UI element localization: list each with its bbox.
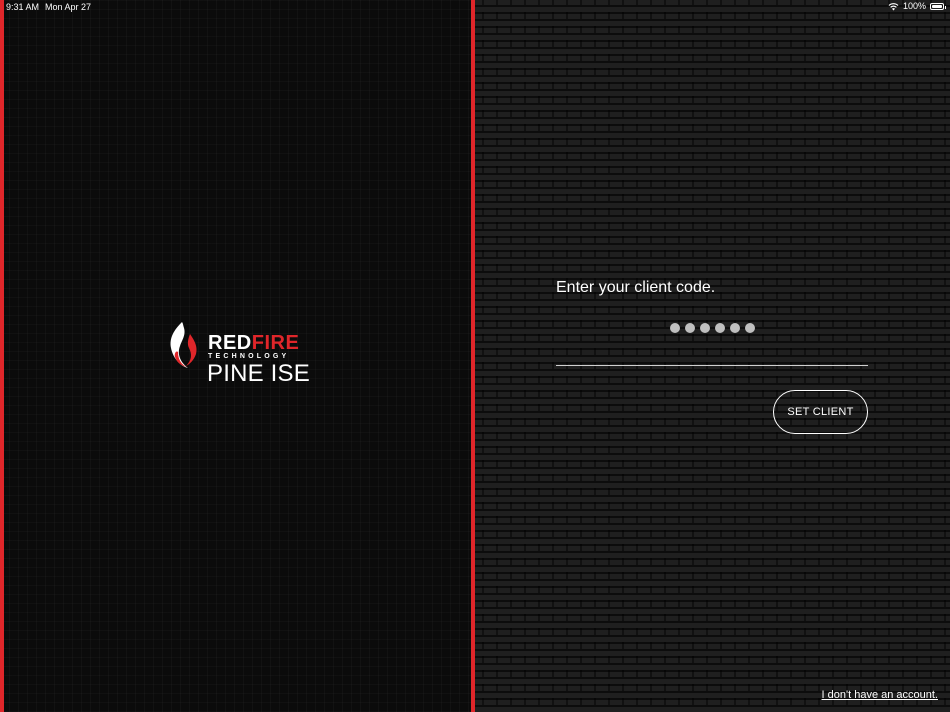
wifi-icon <box>888 2 899 10</box>
masked-char-dot <box>669 322 680 333</box>
set-client-button[interactable]: SET CLIENT <box>773 390 868 434</box>
status-date: Mon Apr 27 <box>45 2 92 12</box>
brand-subtitle: TECHNOLOGY <box>208 353 290 360</box>
masked-char-dot <box>729 322 740 333</box>
status-bar: 9:31 AM Mon Apr 27 100% <box>0 0 950 14</box>
redfire-logo: REDFIRE TECHNOLOGY PINE ISE <box>168 320 318 390</box>
product-name: PINE ISE <box>207 360 310 387</box>
status-time: 9:31 AM <box>6 2 40 12</box>
brand-name: REDFIRE <box>208 333 299 353</box>
login-screen: 9:31 AM Mon Apr 27 100% REDFIRE TECHNOLO… <box>0 0 950 712</box>
client-code-input[interactable] <box>556 312 868 366</box>
masked-char-dot <box>714 322 725 333</box>
branding-panel: REDFIRE TECHNOLOGY PINE ISE <box>0 0 472 712</box>
brand-name-fire: FIRE <box>251 332 300 354</box>
status-indicators: 100% <box>888 1 946 11</box>
battery-percentage: 100% <box>902 1 926 11</box>
masked-char-dot <box>699 322 710 333</box>
battery-icon <box>930 2 946 10</box>
client-code-prompt: Enter your client code. <box>556 279 716 296</box>
no-account-link[interactable]: I don't have an account. <box>822 689 938 701</box>
masked-char-dot <box>744 322 755 333</box>
left-accent-bar <box>0 0 4 712</box>
brand-name-red: RED <box>208 332 252 354</box>
masked-char-dot <box>684 322 695 333</box>
flame-icon <box>170 322 197 368</box>
